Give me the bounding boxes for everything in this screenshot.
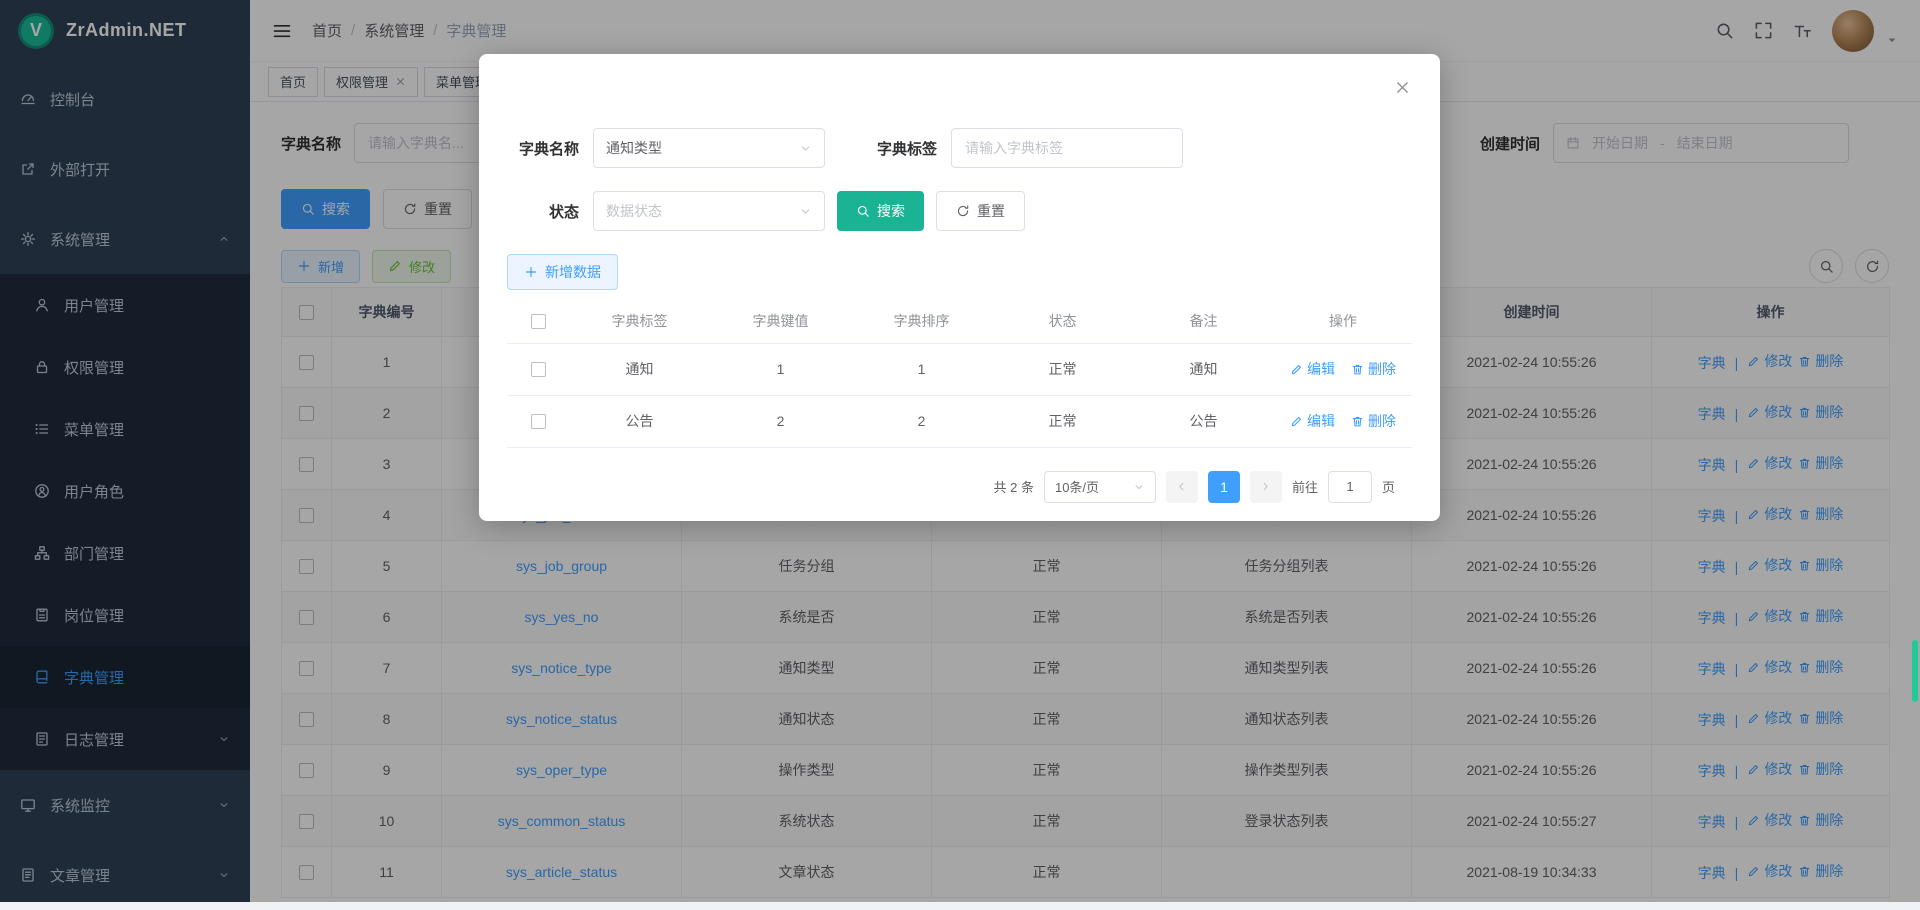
chevron-down-icon [1133,481,1145,493]
plus-icon [524,265,538,279]
select-all-checkbox[interactable] [531,314,546,329]
cell-value: 1 [710,343,851,395]
column-header: 字典标签 [569,299,710,343]
dict-data-table: 字典标签字典键值字典排序状态备注操作 通知11正常通知编辑删除公告22正常公告编… [507,299,1412,448]
modal-reset-button[interactable]: 重置 [936,191,1025,231]
modal-table-header-row: 字典标签字典键值字典排序状态备注操作 [507,299,1412,343]
status-select-placeholder: 数据状态 [606,201,662,221]
chevron-down-icon [799,142,812,155]
dict-data-modal: 字典名称 通知类型 字典标签 状态 数据状态 搜索 重置 [479,54,1440,521]
cell-value: 2 [710,395,851,447]
cell-sort: 2 [851,395,992,447]
cell-status: 正常 [992,395,1133,447]
page-size-value: 10条/页 [1055,477,1099,496]
chevron-left-icon [1175,480,1188,493]
goto-page-input[interactable] [1328,471,1372,503]
column-header: 字典键值 [710,299,851,343]
page-size-select[interactable]: 10条/页 [1044,471,1156,503]
cell-remark: 公告 [1133,395,1274,447]
page-unit-label: 页 [1382,477,1395,496]
modal-search-label: 搜索 [877,201,905,221]
status-select[interactable]: 数据状态 [593,191,825,231]
edit-icon [1290,363,1303,376]
status-label: 状态 [507,201,579,222]
delete-link[interactable]: 删除 [1351,411,1396,431]
column-header: 操作 [1274,299,1412,343]
edit-link[interactable]: 编辑 [1290,359,1335,379]
column-header: 字典排序 [851,299,992,343]
modal-search-button[interactable]: 搜索 [837,191,924,231]
pagination: 共 2 条 10条/页 1 前往 页 [479,471,1395,503]
delete-icon [1351,363,1364,376]
chevron-down-icon [799,205,812,218]
cell-label: 通知 [569,343,710,395]
scrollbar-thumb[interactable] [1912,640,1918,702]
chevron-right-icon [1259,480,1272,493]
goto-label: 前往 [1292,477,1318,496]
current-page-button[interactable]: 1 [1208,471,1240,503]
modal-table-body: 通知11正常通知编辑删除公告22正常公告编辑删除 [507,343,1412,447]
edit-link[interactable]: 编辑 [1290,411,1335,431]
cell-label: 公告 [569,395,710,447]
modal-table-row: 通知11正常通知编辑删除 [507,343,1412,395]
dict-name-select-value: 通知类型 [606,138,662,158]
dict-name-select[interactable]: 通知类型 [593,128,825,168]
cell-remark: 通知 [1133,343,1274,395]
prev-page-button[interactable] [1166,471,1198,503]
cell-status: 正常 [992,343,1133,395]
close-icon[interactable] [1394,79,1411,96]
add-data-button[interactable]: 新增数据 [507,254,618,290]
cell-sort: 1 [851,343,992,395]
cell-operations: 编辑删除 [1274,343,1412,395]
modal-dict-name-label: 字典名称 [507,138,579,159]
column-header: 备注 [1133,299,1274,343]
modal-table-row: 公告22正常公告编辑删除 [507,395,1412,447]
next-page-button[interactable] [1250,471,1282,503]
edit-icon [1290,415,1303,428]
dict-label-label: 字典标签 [865,138,937,159]
row-checkbox[interactable] [531,414,546,429]
cell-operations: 编辑删除 [1274,395,1412,447]
delete-link[interactable]: 删除 [1351,359,1396,379]
search-icon [856,204,870,218]
refresh-icon [956,204,970,218]
add-data-label: 新增数据 [545,262,601,282]
dict-label-input[interactable] [951,128,1183,168]
column-header: 状态 [992,299,1133,343]
delete-icon [1351,415,1364,428]
row-checkbox[interactable] [531,362,546,377]
modal-reset-label: 重置 [977,201,1005,221]
pagination-total: 共 2 条 [994,477,1034,496]
modal-query-form: 字典名称 通知类型 字典标签 状态 数据状态 搜索 重置 [479,54,1440,231]
